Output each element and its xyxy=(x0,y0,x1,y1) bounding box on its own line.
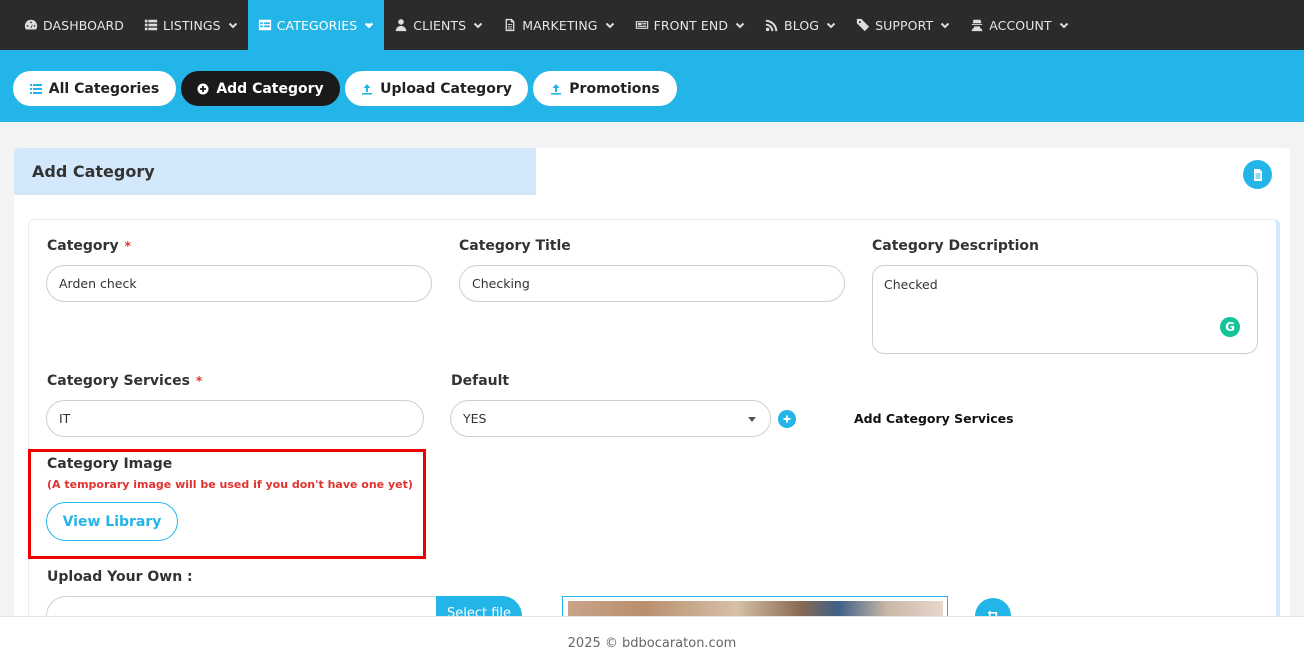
view-library-button[interactable]: View Library xyxy=(46,502,178,541)
dashboard-icon xyxy=(24,19,38,30)
button-label: All Categories xyxy=(48,80,160,97)
default-select[interactable]: YES xyxy=(450,400,771,437)
nav-label: SUPPORT xyxy=(875,17,934,33)
chevron-down-icon xyxy=(940,22,950,29)
upload-icon xyxy=(551,83,562,95)
nav-label: CLIENTS xyxy=(413,17,467,33)
nav-marketing[interactable]: MARKETING xyxy=(493,0,624,50)
plus-icon xyxy=(783,415,791,423)
rss-icon xyxy=(765,19,778,32)
category-image-note: (A temporary image will be used if you d… xyxy=(47,478,413,491)
list-icon xyxy=(144,19,158,31)
category-services-label-text: Category Services xyxy=(47,373,190,389)
table-icon xyxy=(258,19,271,31)
newspaper-icon xyxy=(635,21,648,29)
nav-categories[interactable]: CATEGORIES xyxy=(247,0,385,50)
nav-label: CATEGORIES xyxy=(276,17,358,33)
nav-label: LISTINGS xyxy=(163,17,221,33)
category-image-label: Category Image xyxy=(47,456,173,472)
nav-label: MARKETING xyxy=(522,17,598,33)
default-label: Default xyxy=(451,373,510,389)
button-label: Add Category xyxy=(216,80,324,97)
required-mark: * xyxy=(196,374,203,388)
user-icon xyxy=(396,19,407,32)
category-input[interactable]: Arden check xyxy=(46,265,432,302)
upload-category-button[interactable]: Upload Category xyxy=(345,71,528,106)
category-title-label: Category Title xyxy=(459,238,571,254)
nav-label: BLOG xyxy=(784,17,820,33)
copyright-text: 2025 © bdbocaraton.com xyxy=(567,635,737,651)
nav-label: ACCOUNT xyxy=(989,17,1052,33)
description-text: Checked xyxy=(884,277,938,292)
nav-clients[interactable]: CLIENTS xyxy=(384,0,493,50)
nav-account[interactable]: ACCOUNT xyxy=(960,0,1078,50)
all-categories-button[interactable]: All Categories xyxy=(13,71,176,106)
chevron-down-icon xyxy=(735,22,745,29)
grammarly-icon[interactable]: G xyxy=(1220,317,1240,337)
chevron-down-icon xyxy=(605,22,614,29)
category-services-label: Category Services * xyxy=(47,373,202,389)
document-icon xyxy=(505,18,515,32)
add-category-services-link[interactable]: Add Category Services xyxy=(854,411,1014,426)
nav-dashboard[interactable]: DASHBOARD xyxy=(14,0,134,50)
document-icon xyxy=(1253,168,1262,181)
add-service-plus-button[interactable] xyxy=(778,410,796,428)
category-label-text: Category xyxy=(47,238,119,254)
card-title: Add Category xyxy=(32,162,155,181)
top-navigation: DASHBOARD LISTINGS CATEGORIES CLIENTS MA… xyxy=(0,0,1304,50)
chevron-down-icon xyxy=(365,22,374,29)
chevron-down-icon xyxy=(228,22,237,29)
nav-label: DASHBOARD xyxy=(43,17,125,33)
chevron-down-icon xyxy=(826,22,836,29)
promotions-button[interactable]: Promotions xyxy=(533,71,677,106)
footer: 2025 © bdbocaraton.com xyxy=(0,616,1304,669)
required-mark: * xyxy=(124,239,131,253)
button-label: Promotions xyxy=(569,80,660,97)
category-title-input[interactable]: Checking xyxy=(459,265,845,302)
category-actions-bar: All Categories Add Category Upload Categ… xyxy=(0,50,1304,122)
nav-label: FRONT END xyxy=(653,17,729,33)
nav-front-end[interactable]: FRONT END xyxy=(625,0,755,50)
upload-icon xyxy=(362,83,373,95)
ticket-icon xyxy=(856,18,870,32)
add-category-button[interactable]: Add Category xyxy=(181,71,340,106)
chevron-down-icon xyxy=(473,22,483,29)
category-services-input[interactable]: IT xyxy=(46,400,424,437)
nav-listings[interactable]: LISTINGS xyxy=(134,0,248,50)
chevron-down-icon xyxy=(1059,22,1068,29)
button-label: Upload Category xyxy=(380,80,512,97)
card-header: Add Category xyxy=(14,148,536,195)
user-secret-icon xyxy=(971,19,983,32)
caret-down-icon xyxy=(748,417,756,422)
nav-support[interactable]: SUPPORT xyxy=(846,0,960,50)
plus-circle-icon xyxy=(197,83,209,94)
category-label: Category * xyxy=(47,238,131,254)
list-icon xyxy=(29,83,42,94)
category-description-textarea[interactable]: Checked G xyxy=(872,265,1258,354)
nav-blog[interactable]: BLOG xyxy=(755,0,846,50)
category-description-label: Category Description xyxy=(872,238,1040,254)
upload-your-own-label: Upload Your Own : xyxy=(47,569,193,585)
document-button[interactable] xyxy=(1243,160,1272,189)
default-select-value: YES xyxy=(463,411,487,426)
